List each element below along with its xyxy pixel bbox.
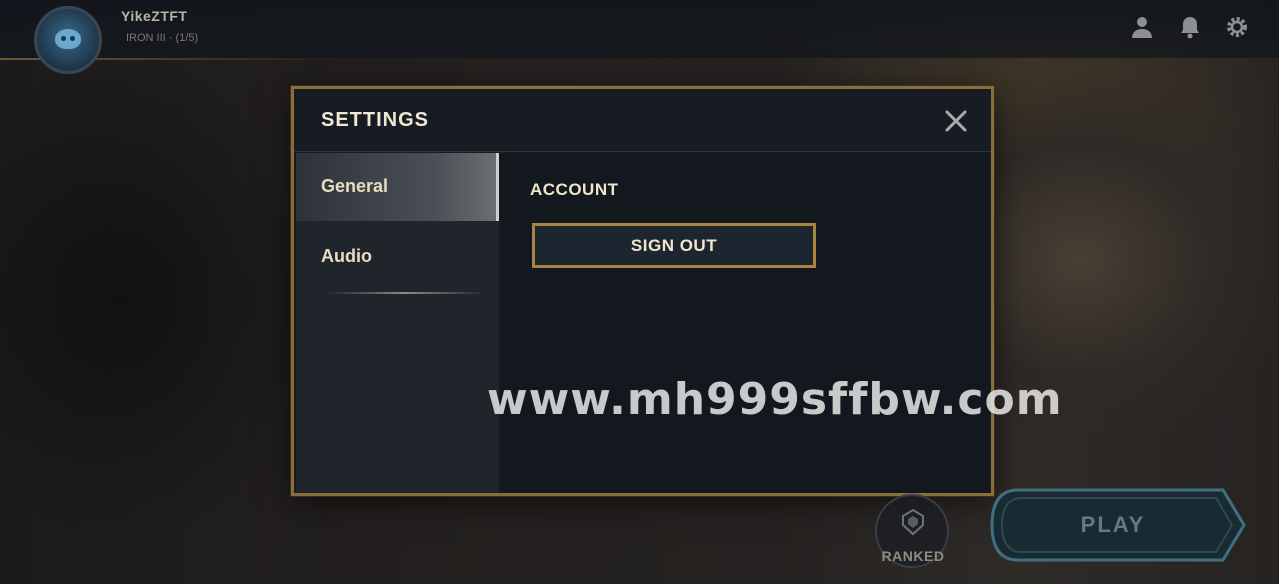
rank-text: IRON III · (1/5) xyxy=(126,32,199,44)
modal-title: SETTINGS xyxy=(321,109,430,131)
profile-icon[interactable] xyxy=(1129,14,1155,40)
top-bar xyxy=(0,0,1279,58)
sidebar-divider xyxy=(326,292,486,294)
avatar-creature-icon xyxy=(55,29,81,49)
tab-audio[interactable]: Audio xyxy=(296,223,499,291)
close-icon[interactable] xyxy=(942,107,970,135)
settings-sidebar: General Audio xyxy=(296,153,499,493)
ranked-emblem-icon xyxy=(902,508,924,536)
modal-header: SETTINGS xyxy=(294,89,991,152)
gear-icon[interactable] xyxy=(1224,14,1250,40)
section-title-account: ACCOUNT xyxy=(530,180,619,199)
settings-modal: SETTINGS General Audio ACCOUNT SIGN OUT xyxy=(291,86,994,496)
ranked-label: RANKED xyxy=(881,548,945,564)
sign-out-button[interactable]: SIGN OUT xyxy=(532,223,816,268)
username: YikeZTFT xyxy=(121,8,188,24)
avatar[interactable] xyxy=(34,6,102,74)
bell-icon[interactable] xyxy=(1177,14,1203,40)
tab-audio-label: Audio xyxy=(321,246,372,266)
play-label: PLAY xyxy=(1080,512,1146,537)
settings-content: ACCOUNT SIGN OUT xyxy=(499,153,990,493)
tab-general[interactable]: General xyxy=(296,153,499,221)
watermark-text: www.mh999sffbw.com xyxy=(487,374,1063,425)
tab-general-label: General xyxy=(321,176,389,196)
play-button[interactable]: PLAY xyxy=(988,486,1248,564)
